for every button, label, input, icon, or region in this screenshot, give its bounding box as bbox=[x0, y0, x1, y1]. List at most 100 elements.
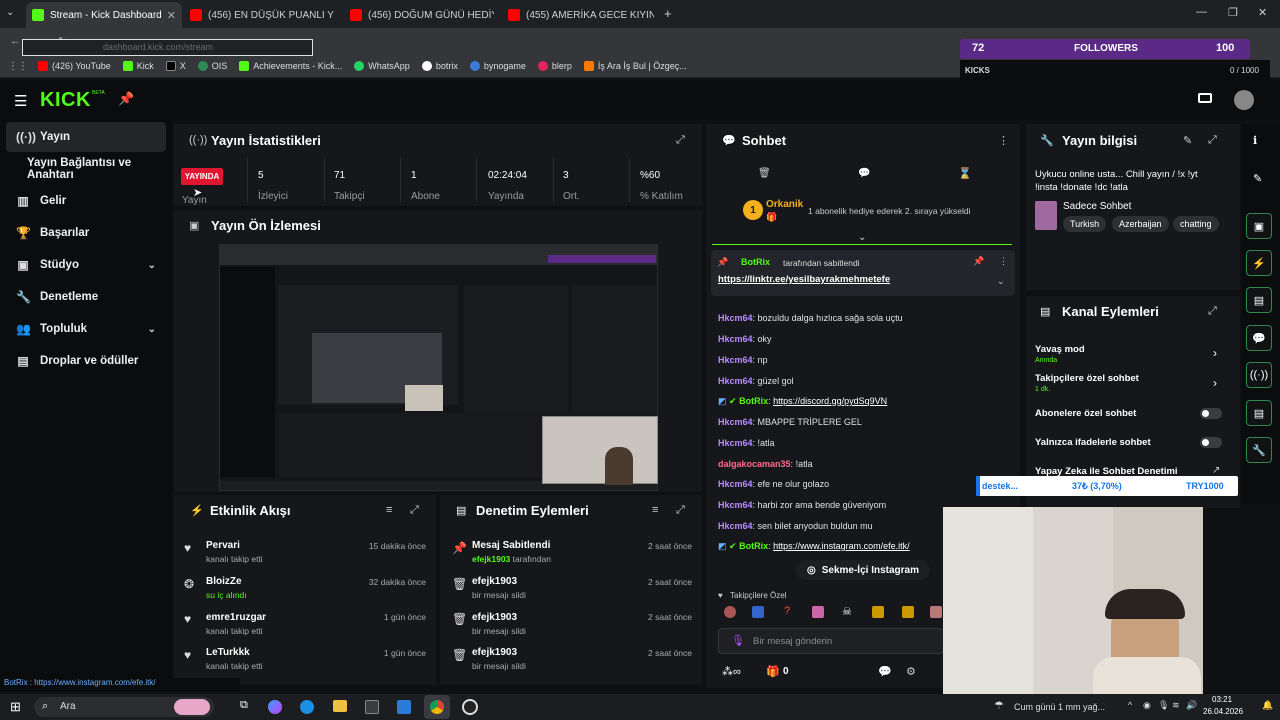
sidebar-item-denetleme[interactable]: 🔧 Denetleme bbox=[6, 282, 166, 312]
new-tab-icon[interactable]: + bbox=[664, 6, 672, 21]
chat-user[interactable]: Hkcm64 bbox=[718, 355, 753, 365]
tab-kick-dashboard[interactable]: Stream - Kick Dashboard ✕ bbox=[26, 2, 182, 28]
sidebar-item-basarilar[interactable]: 🏆 Başarılar bbox=[6, 218, 166, 248]
maximize-icon[interactable]: ❐ bbox=[1228, 6, 1238, 19]
kick-logo[interactable]: KICK bbox=[40, 89, 91, 112]
microphone-icon[interactable]: 🎙 bbox=[731, 634, 745, 647]
chat-link[interactable]: https://www.instagram.com/efe.itk/ bbox=[773, 541, 910, 551]
sidebar-item-gelir[interactable]: ▥ Gelir bbox=[6, 186, 166, 216]
rail-button-chat[interactable]: ▣ bbox=[1246, 213, 1272, 239]
notification-icon[interactable]: 🔔 bbox=[1262, 700, 1273, 711]
bookmark-ois[interactable]: OIS bbox=[197, 61, 227, 71]
hourglass-icon[interactable]: ⌛ bbox=[958, 167, 972, 180]
expand-icon[interactable]: ⤢ bbox=[1208, 305, 1217, 318]
apps-grid-icon[interactable]: ⋮⋮ bbox=[8, 61, 28, 72]
instagram-tab-button[interactable]: ◎ Sekme-İçi Instagram bbox=[796, 560, 930, 580]
sidebar-item-studyo[interactable]: ▣ Stüdyo ⌄ bbox=[6, 250, 166, 280]
bookmark-bynogame[interactable]: bynogame bbox=[469, 61, 526, 71]
edge-icon[interactable] bbox=[300, 700, 314, 714]
task-view-icon[interactable]: ⧉ bbox=[240, 699, 248, 712]
tag-azerbaijan[interactable]: Azerbaijan bbox=[1112, 216, 1169, 232]
edit-icon[interactable]: ✎ bbox=[1183, 134, 1192, 147]
gear-icon[interactable]: ⚙ bbox=[906, 665, 916, 678]
chat-user[interactable]: Hkcm64 bbox=[718, 417, 753, 427]
taskbar-search[interactable]: ⌕ Ara bbox=[34, 697, 214, 717]
rail-button-info[interactable]: 🔧 bbox=[1246, 437, 1272, 463]
emote-icon[interactable]: ? bbox=[784, 605, 790, 617]
more-icon[interactable]: ⋮ bbox=[999, 256, 1008, 267]
tag-chatting[interactable]: chatting bbox=[1173, 216, 1219, 232]
clock-date[interactable]: 26.04.2026 bbox=[1203, 707, 1243, 716]
chat-user[interactable]: Hkcm64 bbox=[718, 334, 753, 344]
gift-icon[interactable]: 🎁 bbox=[766, 665, 780, 678]
points-icon[interactable]: ⁂∞ bbox=[722, 665, 741, 678]
avatar[interactable] bbox=[1234, 90, 1254, 110]
gift-user[interactable]: Orkanik bbox=[766, 199, 803, 210]
expand-icon[interactable]: ⤢ bbox=[676, 504, 685, 517]
clock-time[interactable]: 03:21 bbox=[1212, 695, 1232, 704]
emote-icon[interactable] bbox=[902, 606, 914, 618]
chat-user[interactable]: Hkcm64 bbox=[718, 479, 753, 489]
rail-button-actions[interactable]: ▤ bbox=[1246, 400, 1272, 426]
copilot-icon[interactable] bbox=[268, 700, 282, 714]
bookmark-achievements[interactable]: Achievements - Kick... bbox=[239, 61, 342, 71]
pin-icon[interactable]: 📌 bbox=[118, 91, 134, 107]
volume-icon[interactable]: 🔊 bbox=[1186, 700, 1197, 711]
chrome-taskbar-button[interactable] bbox=[424, 695, 450, 719]
close-window-icon[interactable]: ✕ bbox=[1258, 6, 1267, 19]
tab-youtube-2[interactable]: (456) DOĞUM GÜNÜ HEDİYELE ✕ bbox=[344, 2, 494, 28]
minimize-icon[interactable]: — bbox=[1196, 6, 1207, 18]
moderation-user[interactable]: efejk1903 bbox=[472, 647, 517, 658]
edit-icon[interactable]: ✎ bbox=[1253, 172, 1262, 185]
bookmark-x[interactable]: X bbox=[165, 61, 186, 71]
tray-app-icon[interactable]: ◉ bbox=[1143, 700, 1151, 711]
pinned-by[interactable]: BotRix bbox=[741, 257, 770, 267]
sidebar-item-stream-key[interactable]: Yayın Bağlantısı ve Anahtarı bbox=[6, 154, 166, 184]
weather-text[interactable]: Cum günü 1 mm yağ... bbox=[1014, 702, 1105, 712]
filter-icon[interactable]: ≡ bbox=[386, 504, 392, 516]
wifi-icon[interactable]: ≋ bbox=[1172, 700, 1180, 711]
tag-turkish[interactable]: Turkish bbox=[1063, 216, 1107, 232]
tab-youtube-3[interactable]: (455) AMERİKA GECE KIYINTISI ✕ bbox=[502, 2, 654, 28]
activity-user[interactable]: Pervari bbox=[206, 540, 240, 551]
sidebar-item-droplar[interactable]: ▤ Droplar ve ödüller bbox=[6, 346, 166, 376]
chat-user[interactable]: Hkcm64 bbox=[718, 313, 753, 323]
chat-user[interactable]: dalgakocaman35 bbox=[718, 459, 791, 469]
chevron-down-icon[interactable]: ⌄ bbox=[997, 276, 1005, 287]
store-icon[interactable] bbox=[365, 700, 379, 714]
bookmark-is-ara[interactable]: İş Ara İş Bul | Özgeç... bbox=[583, 61, 687, 71]
bookmark-whatsapp[interactable]: WhatsApp bbox=[354, 61, 410, 71]
chat-bubble-icon[interactable]: 💬 bbox=[858, 168, 870, 179]
chat-input[interactable]: 🎙 Bir mesaj gönderin bbox=[718, 628, 944, 654]
emote-icon[interactable]: ☠ bbox=[842, 605, 852, 618]
tab-search-icon[interactable]: ⌄ bbox=[6, 7, 14, 18]
tray-chevron-icon[interactable]: ^ bbox=[1128, 700, 1132, 710]
camera-icon[interactable] bbox=[1198, 93, 1212, 103]
category-name[interactable]: Sadece Sohbet bbox=[1063, 201, 1131, 212]
subscribers-only-toggle[interactable] bbox=[1200, 408, 1222, 419]
bookmark-blerp[interactable]: blerp bbox=[537, 61, 572, 71]
emote-icon[interactable] bbox=[724, 606, 736, 618]
bookmark-botrix[interactable]: botrix bbox=[421, 61, 458, 71]
chevron-right-icon[interactable]: › bbox=[1213, 346, 1217, 360]
trash-icon[interactable]: 🗑 bbox=[758, 168, 771, 179]
filter-icon[interactable]: ≡ bbox=[652, 504, 658, 516]
pinned-link[interactable]: https://linktr.ee/yesilbayrakmehmetefe bbox=[718, 274, 890, 285]
activity-user[interactable]: emre1ruzgar bbox=[206, 612, 266, 623]
more-icon[interactable]: ⋮ bbox=[998, 134, 1009, 147]
obs-icon[interactable] bbox=[462, 699, 478, 715]
chat-user[interactable]: Hkcm64 bbox=[718, 376, 753, 386]
expand-icon[interactable]: ⤢ bbox=[410, 504, 419, 517]
windows-start-icon[interactable]: ⊞ bbox=[10, 699, 21, 715]
activity-user[interactable]: BloizZe bbox=[206, 576, 242, 587]
mic-tray-icon[interactable]: 🎙 bbox=[1158, 700, 1169, 711]
tab-youtube-1[interactable]: (456) EN DÜŞÜK PUANLI YURT ✕ bbox=[184, 2, 334, 28]
bookmark-kick[interactable]: Kick bbox=[122, 61, 154, 71]
sidebar-item-topluluk[interactable]: 👥 Topluluk ⌄ bbox=[6, 314, 166, 344]
mail-icon[interactable] bbox=[397, 700, 411, 714]
close-icon[interactable]: ✕ bbox=[167, 9, 176, 22]
category-thumbnail[interactable] bbox=[1035, 201, 1057, 230]
emote-icon[interactable] bbox=[872, 606, 884, 618]
rail-button-moderation[interactable]: ▤ bbox=[1246, 287, 1272, 313]
expand-icon[interactable]: ⤢ bbox=[676, 134, 685, 147]
